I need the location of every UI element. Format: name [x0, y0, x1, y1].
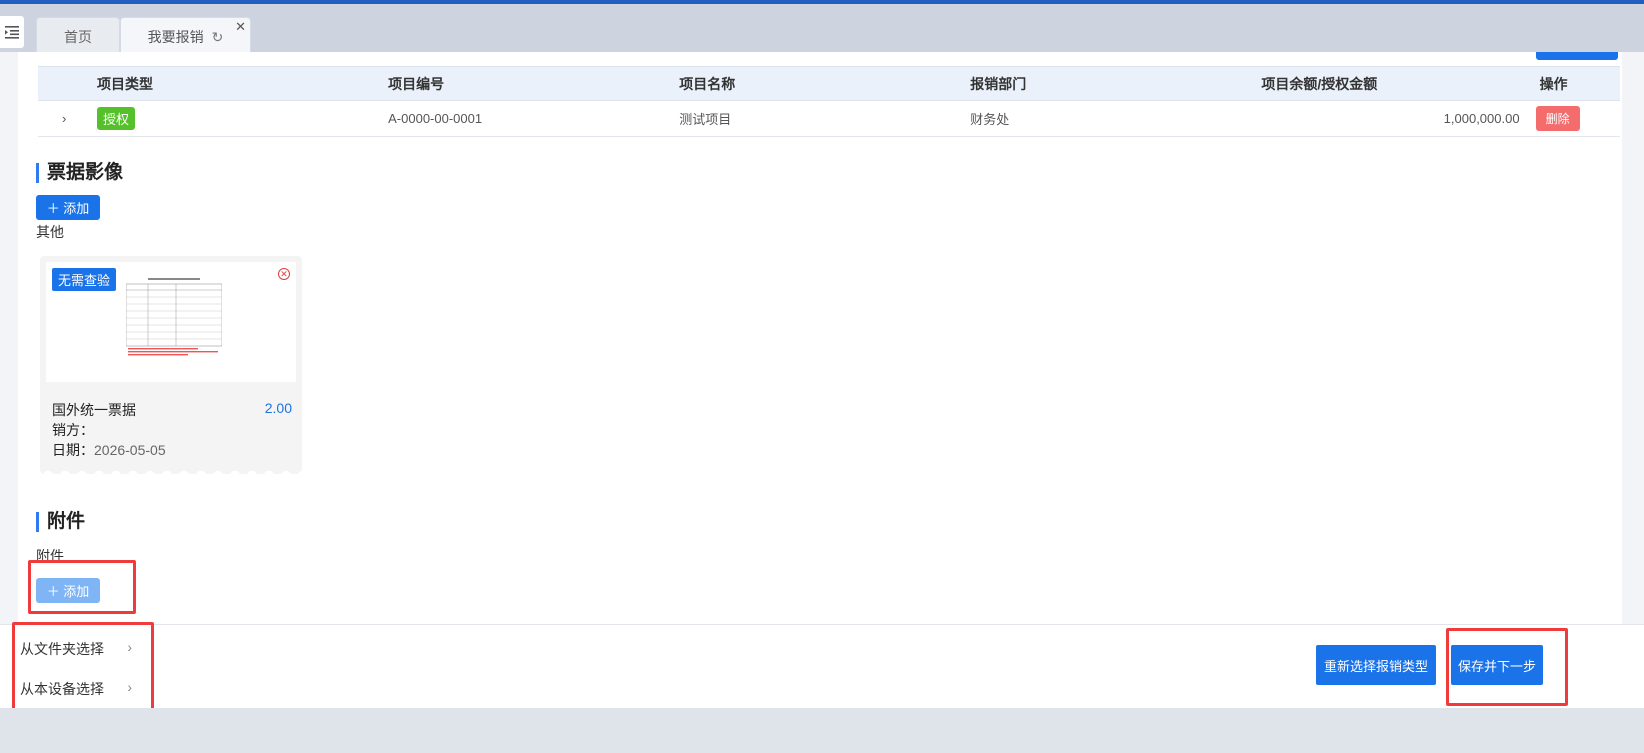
column-header: 项目名称 — [679, 66, 971, 101]
expand-row-icon[interactable]: › — [38, 100, 98, 137]
close-icon[interactable]: ✕ — [235, 19, 246, 35]
bottom-strip — [0, 708, 1644, 753]
highlight-add-attachment — [28, 560, 136, 614]
action-cell: 删除 — [1535, 100, 1620, 137]
receipt-card[interactable]: 无需查验 ✕ 国外统一票据 2.00 销方： 日期：2026-05-05 — [40, 256, 302, 474]
receipt-image[interactable]: 无需查验 ✕ — [46, 262, 296, 382]
tab-bar: 首页 我要报销 ↻ ✕ — [0, 4, 1644, 56]
balance-header-label: 项目余额/授权金额 — [1261, 75, 1378, 92]
add-receipt-button[interactable]: ＋ 添加 — [36, 195, 100, 220]
menu-toggle-icon[interactable] — [0, 16, 24, 48]
project-table: 项目类型 项目编号 项目名称 报销部门 项目余额/授权金额 操作 › 授权 A-… — [38, 66, 1620, 137]
tab-home[interactable]: 首页 — [36, 17, 120, 56]
indent-icon — [5, 26, 19, 39]
type-cell: 授权 — [97, 100, 389, 137]
receipt-seller-label: 销方： — [52, 422, 94, 438]
highlight-upload-menu — [12, 622, 154, 714]
main-content: 项目类型 项目编号 项目名称 报销部门 项目余额/授权金额 操作 › 授权 A-… — [18, 52, 1622, 652]
expand-column-header — [38, 66, 98, 101]
table-row: › 授权 A-0000-00-0001 测试项目 财务处 1,000,000.0… — [38, 100, 1620, 137]
refresh-icon[interactable]: ↻ — [212, 29, 224, 46]
name-cell: 测试项目 — [679, 100, 971, 137]
table-header-row: 项目类型 项目编号 项目名称 报销部门 项目余额/授权金额 操作 — [38, 66, 1620, 101]
card-scallop-edge — [40, 468, 302, 474]
no-verify-badge: 无需查验 — [52, 268, 117, 291]
tab-reimburse[interactable]: 我要报销 ↻ ✕ — [120, 17, 251, 56]
receipt-date: 日期：2026-05-05 — [52, 440, 166, 460]
delete-button[interactable]: 删除 — [1535, 106, 1580, 131]
tab-reimburse-label: 我要报销 — [147, 29, 204, 45]
column-header: 操作 — [1535, 66, 1620, 101]
remove-receipt-icon[interactable]: ✕ — [278, 268, 290, 280]
footer-bar: 重新选择报销类型 保存并下一步 — [0, 624, 1644, 708]
column-header: 报销部门 — [970, 66, 1262, 101]
receipt-document-thumbnail — [126, 274, 222, 358]
receipt-name: 国外统一票据 — [52, 402, 136, 418]
column-header: 项目类型 — [97, 66, 389, 101]
receipt-date-label: 日期： — [52, 442, 94, 458]
top-action-button[interactable] — [1536, 52, 1618, 60]
attachment-section-title: 附件 — [36, 512, 85, 532]
receipt-date-value: 2026-05-05 — [94, 442, 166, 458]
highlight-save-next — [1446, 628, 1568, 706]
tab-home-label: 首页 — [64, 29, 92, 45]
code-cell: A-0000-00-0001 — [388, 100, 680, 137]
department-cell: 财务处 — [970, 100, 1262, 137]
balance-cell: 1,000,000.00 — [1261, 100, 1536, 137]
column-header: 项目编号 — [388, 66, 680, 101]
receipt-amount: 2.00 — [264, 400, 292, 416]
receipt-section-title: 票据影像 — [36, 163, 123, 183]
reselect-type-button[interactable]: 重新选择报销类型 — [1316, 645, 1436, 685]
column-header: 项目余额/授权金额 — [1261, 66, 1536, 101]
type-tag: 授权 — [97, 107, 136, 130]
receipt-category-label: 其他 — [36, 224, 64, 240]
